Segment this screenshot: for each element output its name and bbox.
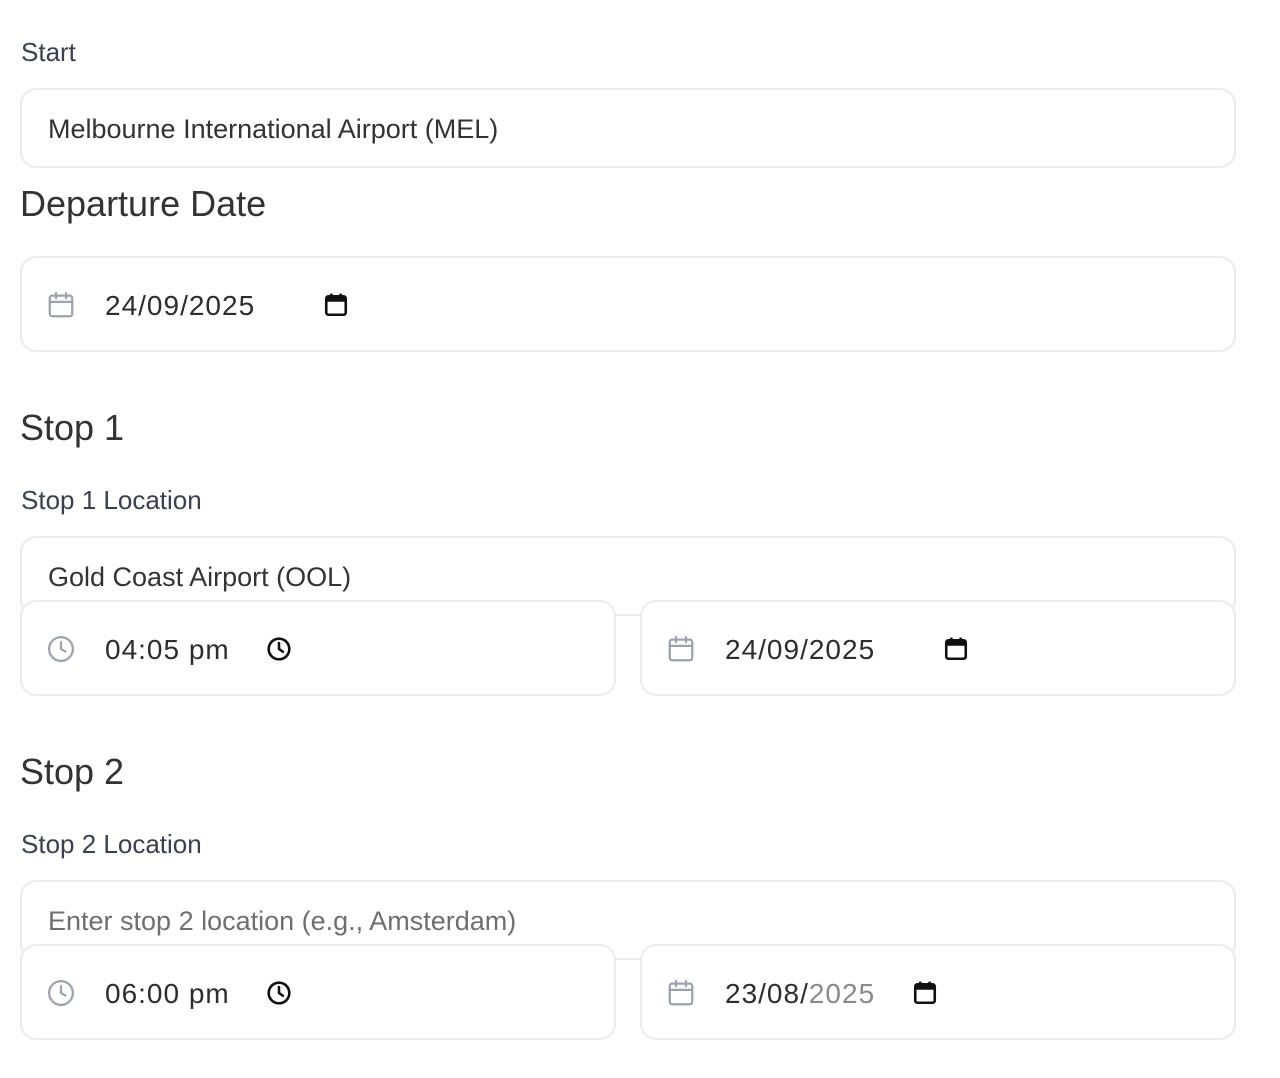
calendar-icon: [668, 980, 694, 1006]
clock-picker-icon[interactable]: [266, 980, 292, 1006]
stop-1-time-value: 04:05 pm: [105, 634, 230, 665]
stop-1-date-input[interactable]: 24/09/2025: [640, 600, 1236, 696]
clock-icon: [48, 636, 74, 662]
stop-2-date-day-month: 23/08/: [725, 978, 809, 1009]
clock-picker-icon[interactable]: [266, 636, 292, 662]
stop-1-date-value: 24/09/2025: [725, 634, 876, 665]
start-input[interactable]: Melbourne International Airport (MEL): [20, 88, 1236, 168]
departure-date-value: 24/09/2025: [105, 290, 256, 321]
stop-2-time-value: 06:00 pm: [105, 978, 230, 1009]
calendar-picker-icon[interactable]: [912, 980, 938, 1006]
calendar-icon: [48, 292, 74, 318]
start-input-value: Melbourne International Airport (MEL): [48, 114, 499, 144]
start-label: Start: [21, 37, 76, 67]
stop-2-location-placeholder: Enter stop 2 location (e.g., Amsterdam): [48, 906, 517, 936]
departure-date-heading: Departure Date: [20, 183, 267, 224]
stop-2-date-year: 2025: [808, 978, 876, 1009]
clock-icon: [48, 980, 74, 1006]
departure-date-input[interactable]: 24/09/2025: [20, 256, 1236, 352]
stop-1-time-input[interactable]: 04:05 pm: [20, 600, 616, 696]
calendar-icon: [668, 636, 694, 662]
stop-2-time-input[interactable]: 06:00 pm: [20, 944, 616, 1040]
stop-1-location-label: Stop 1 Location: [21, 485, 202, 515]
calendar-picker-icon[interactable]: [323, 292, 349, 318]
stop-2-heading: Stop 2: [20, 751, 125, 792]
stop-2-date-value: 23/08/2025: [725, 980, 875, 1008]
stop-1-heading: Stop 1: [20, 407, 125, 448]
calendar-picker-icon[interactable]: [943, 636, 969, 662]
stop-2-location-label: Stop 2 Location: [21, 829, 202, 859]
stop-1-location-value: Gold Coast Airport (OOL): [48, 562, 352, 592]
stop-2-date-input[interactable]: 23/08/2025: [640, 944, 1236, 1040]
